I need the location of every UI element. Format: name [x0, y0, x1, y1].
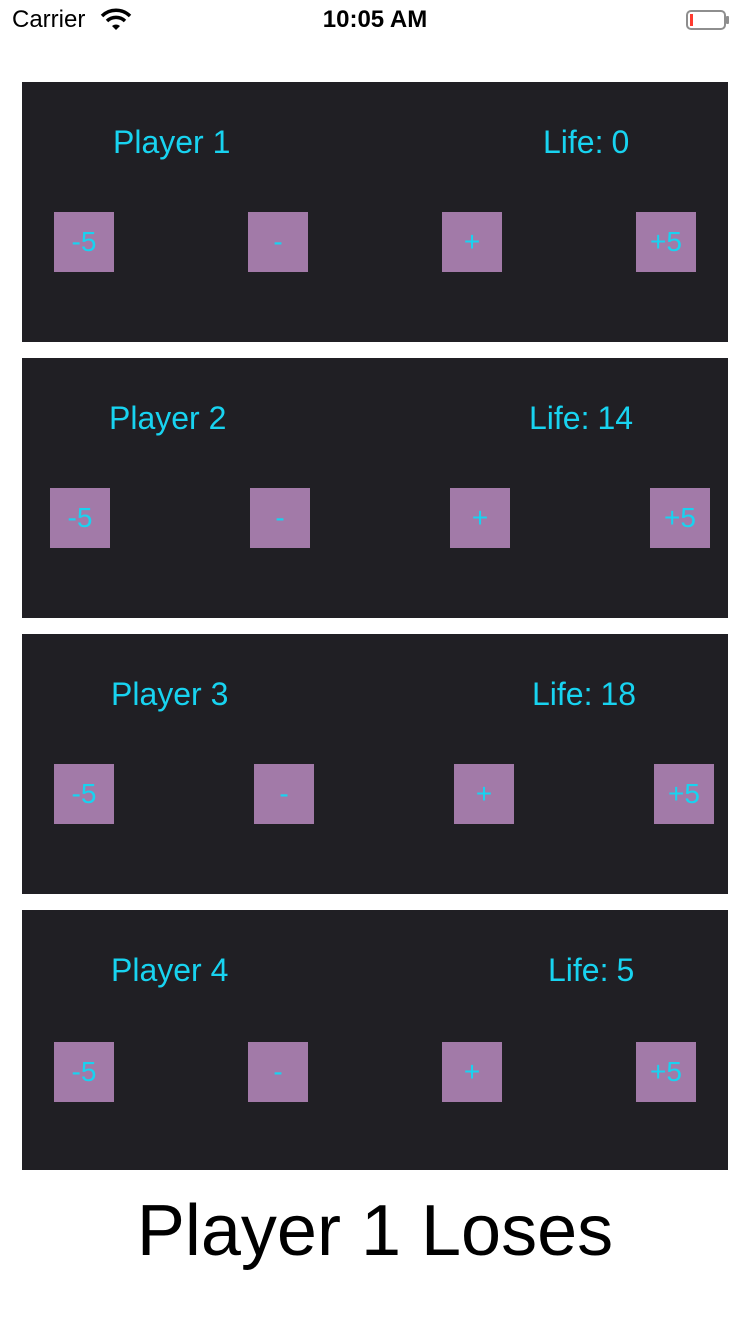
player-name: Player 4 — [111, 952, 229, 988]
player-name: Player 1 — [113, 124, 231, 160]
plus-one-button[interactable]: + — [450, 488, 510, 548]
status-bar: Carrier 10:05 AM — [0, 0, 750, 40]
life-value: 18 — [600, 676, 637, 712]
life-label: Life: — [529, 400, 590, 436]
player-panel-3: Player 3 Life: 18 -5 - + +5 — [22, 634, 728, 894]
player-name: Player 2 — [109, 400, 227, 436]
player-panel-4: Player 4 Life: 5 -5 - + +5 — [22, 910, 728, 1170]
life-value: 0 — [611, 124, 630, 160]
plus-five-button[interactable]: +5 — [636, 1042, 696, 1102]
player-panel-2: Player 2 Life: 14 -5 - + +5 — [22, 358, 728, 618]
plus-five-button[interactable]: +5 — [650, 488, 710, 548]
minus-one-button[interactable]: - — [254, 764, 314, 824]
life-counter: Life: 14 — [529, 400, 633, 437]
life-value: 14 — [597, 400, 634, 436]
minus-five-button[interactable]: -5 — [54, 1042, 114, 1102]
minus-five-button[interactable]: -5 — [54, 764, 114, 824]
clock: 10:05 AM — [322, 6, 428, 33]
player-name: Player 3 — [111, 676, 229, 712]
life-label: Life: — [548, 952, 609, 988]
life-counter: Life: 5 — [548, 952, 634, 989]
life-counter: Life: 18 — [532, 676, 636, 713]
minus-one-button[interactable]: - — [250, 488, 310, 548]
minus-five-button[interactable]: -5 — [54, 212, 114, 272]
game-result-label: Player 1 Loses — [136, 1191, 614, 1271]
minus-one-button[interactable]: - — [248, 212, 308, 272]
plus-one-button[interactable]: + — [442, 1042, 502, 1102]
life-label: Life: — [532, 676, 593, 712]
life-label: Life: — [543, 124, 604, 160]
minus-five-button[interactable]: -5 — [50, 488, 110, 548]
plus-five-button[interactable]: +5 — [636, 212, 696, 272]
plus-one-button[interactable]: + — [454, 764, 514, 824]
plus-one-button[interactable]: + — [442, 212, 502, 272]
minus-one-button[interactable]: - — [248, 1042, 308, 1102]
player-panel-1: Player 1 Life: 0 -5 - + +5 — [22, 82, 728, 342]
life-counter: Life: 0 — [543, 124, 629, 161]
life-value: 5 — [616, 952, 635, 988]
battery-icon — [686, 10, 729, 30]
plus-five-button[interactable]: +5 — [654, 764, 714, 824]
